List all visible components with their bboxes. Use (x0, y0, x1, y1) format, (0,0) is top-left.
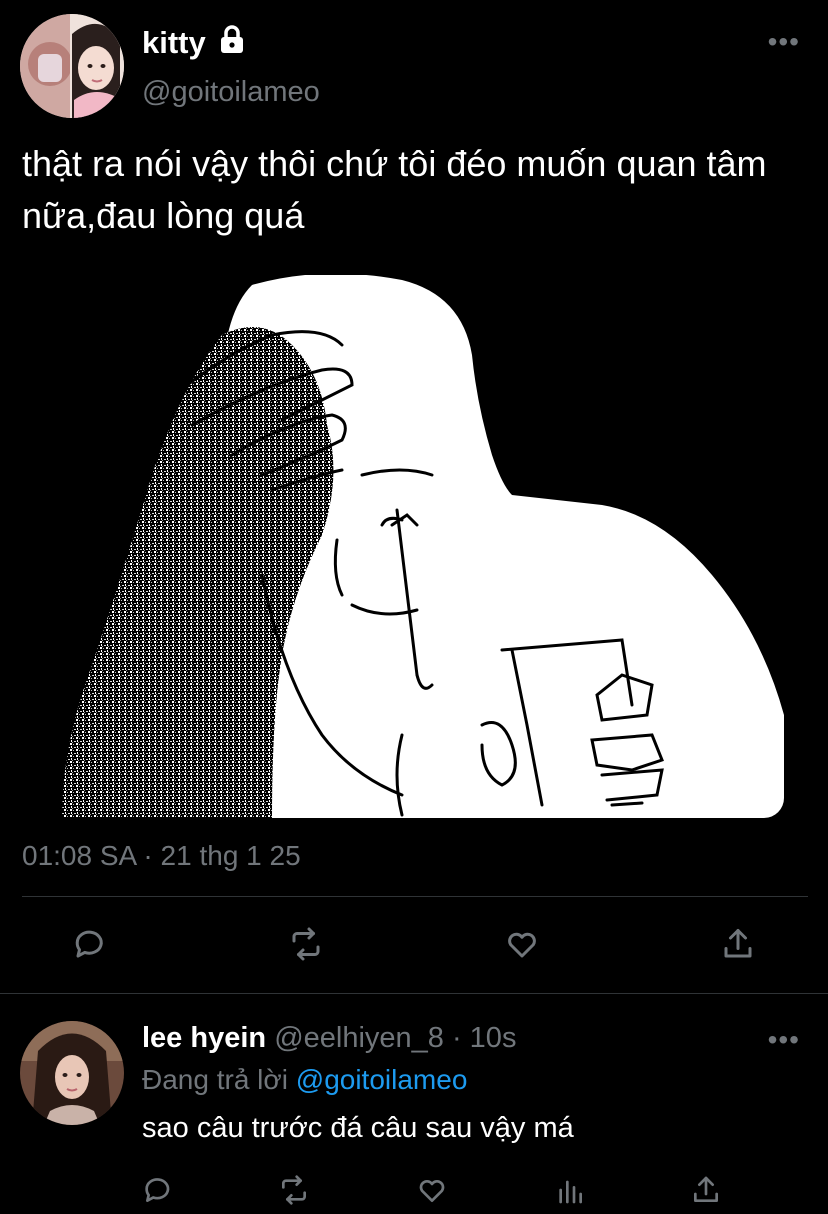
share-button[interactable] (718, 924, 758, 964)
reply-share-button[interactable] (688, 1172, 724, 1208)
tweet-image[interactable] (22, 275, 784, 818)
author-handle[interactable]: @goitoilameo (142, 76, 320, 109)
share-icon (694, 1176, 718, 1202)
tweet-text: thật ra nói vậy thôi chứ tôi đéo muốn qu… (22, 143, 767, 236)
retweet-icon (282, 1175, 306, 1205)
reply-views-button[interactable] (552, 1172, 588, 1208)
author-name[interactable]: kitty (142, 25, 206, 61)
reply-text: sao câu trước đá câu sau vậy má (142, 1112, 574, 1144)
lock-icon (218, 24, 246, 62)
more-options-button[interactable]: ••• (768, 26, 800, 58)
reply-retweet-button[interactable] (276, 1172, 312, 1208)
replying-prefix: Đang trả lời (142, 1064, 288, 1095)
reply-button[interactable] (70, 924, 110, 964)
like-button[interactable] (502, 924, 542, 964)
reply-more-options-button[interactable]: ••• (768, 1024, 800, 1056)
reply-handle-time[interactable]: @eelhiyen_8 · 10s (274, 1022, 516, 1054)
reply-reply-button[interactable] (140, 1172, 176, 1208)
replying-to: Đang trả lời @goitoilameo (142, 1064, 467, 1096)
author-avatar[interactable] (20, 14, 124, 118)
reply-icon (75, 930, 103, 958)
retweet-button[interactable] (286, 924, 326, 964)
reply-author-name[interactable]: lee hyein (142, 1022, 266, 1054)
reply-icon (145, 1178, 170, 1202)
retweet-icon (292, 927, 320, 961)
tweet-timestamp[interactable]: 01:08 SA · 21 thg 1 25 (22, 840, 301, 872)
author-name-row[interactable]: kitty (142, 24, 246, 62)
reply-header: lee hyein @eelhiyen_8 · 10s (142, 1022, 516, 1055)
reply-author-avatar[interactable] (20, 1021, 124, 1125)
reply-like-button[interactable] (414, 1172, 450, 1208)
views-icon (559, 1180, 582, 1204)
like-icon (419, 1180, 445, 1202)
share-icon (724, 929, 752, 958)
like-icon (508, 932, 536, 958)
divider (0, 993, 828, 994)
divider (22, 896, 808, 897)
replying-mention-link[interactable]: @goitoilameo (296, 1064, 468, 1095)
